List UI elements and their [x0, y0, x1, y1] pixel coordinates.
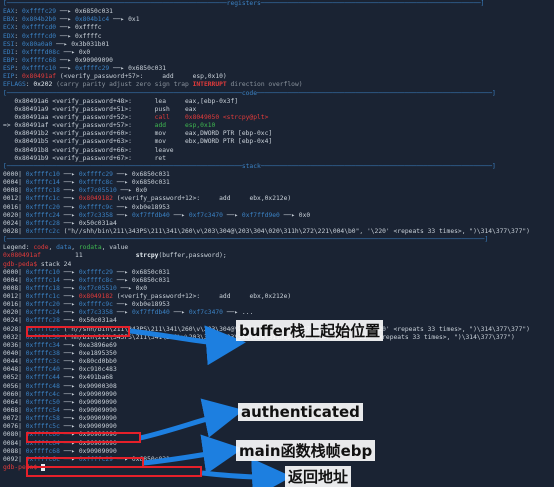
annotation-main-ebp: main函数栈帧ebp	[236, 440, 376, 461]
arrow-return-address	[201, 458, 292, 487]
arrow-main-ebp	[142, 434, 243, 475]
annotation-buffer-start: buffer栈上起始位置	[236, 320, 384, 341]
annotation-authenticated: authenticated	[238, 403, 363, 421]
annotation-return-address: 返回地址	[285, 466, 352, 487]
arrow-buffer-start	[129, 325, 246, 366]
arrow-authenticated	[139, 398, 244, 441]
highlight-box-buffer-start	[26, 326, 130, 337]
highlight-box-return-address	[26, 466, 202, 477]
highlight-box-authenticated	[26, 432, 141, 443]
